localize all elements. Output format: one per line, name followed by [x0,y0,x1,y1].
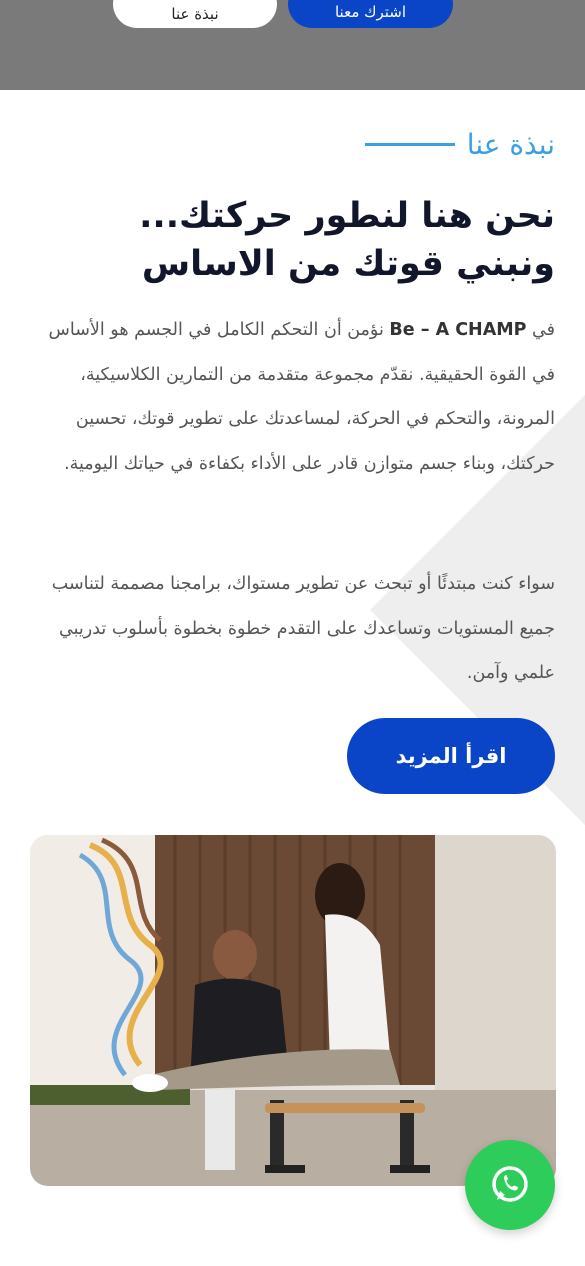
brand-name: Be – A CHAMP [389,320,527,340]
para-rest: نؤمن أن التحكم الكامل في الجسم هو الأساس… [48,320,555,474]
section-eyebrow: نبذة عنا [364,128,555,161]
para-prefix: في [526,320,555,340]
headline-line-1: نحن هنا لنطور حركتك... [139,196,555,236]
eyebrow-text: نبذة عنا [466,128,555,161]
whatsapp-button[interactable] [465,1140,555,1230]
second-paragraph: سواء كنت مبتدئًا أو تبحث عن تطوير مستواك… [51,574,555,683]
eyebrow-line [364,143,455,146]
about-us-button[interactable]: نبذة عنا [113,0,277,28]
section-headline: نحن هنا لنطور حركتك... ونبني قوتك من الا… [85,192,555,288]
training-photo [30,835,556,1186]
read-more-button[interactable]: اقرأ المزيد [347,718,555,794]
join-us-button[interactable]: اشترك معنا [288,0,453,28]
intro-paragraph: في Be – A CHAMP نؤمن أن التحكم الكامل في… [45,308,555,486]
whatsapp-icon [492,1166,528,1202]
hero-band: نبذة عنا اشترك معنا [0,0,585,90]
headline-line-2: ونبني قوتك من الاساس [141,244,555,284]
